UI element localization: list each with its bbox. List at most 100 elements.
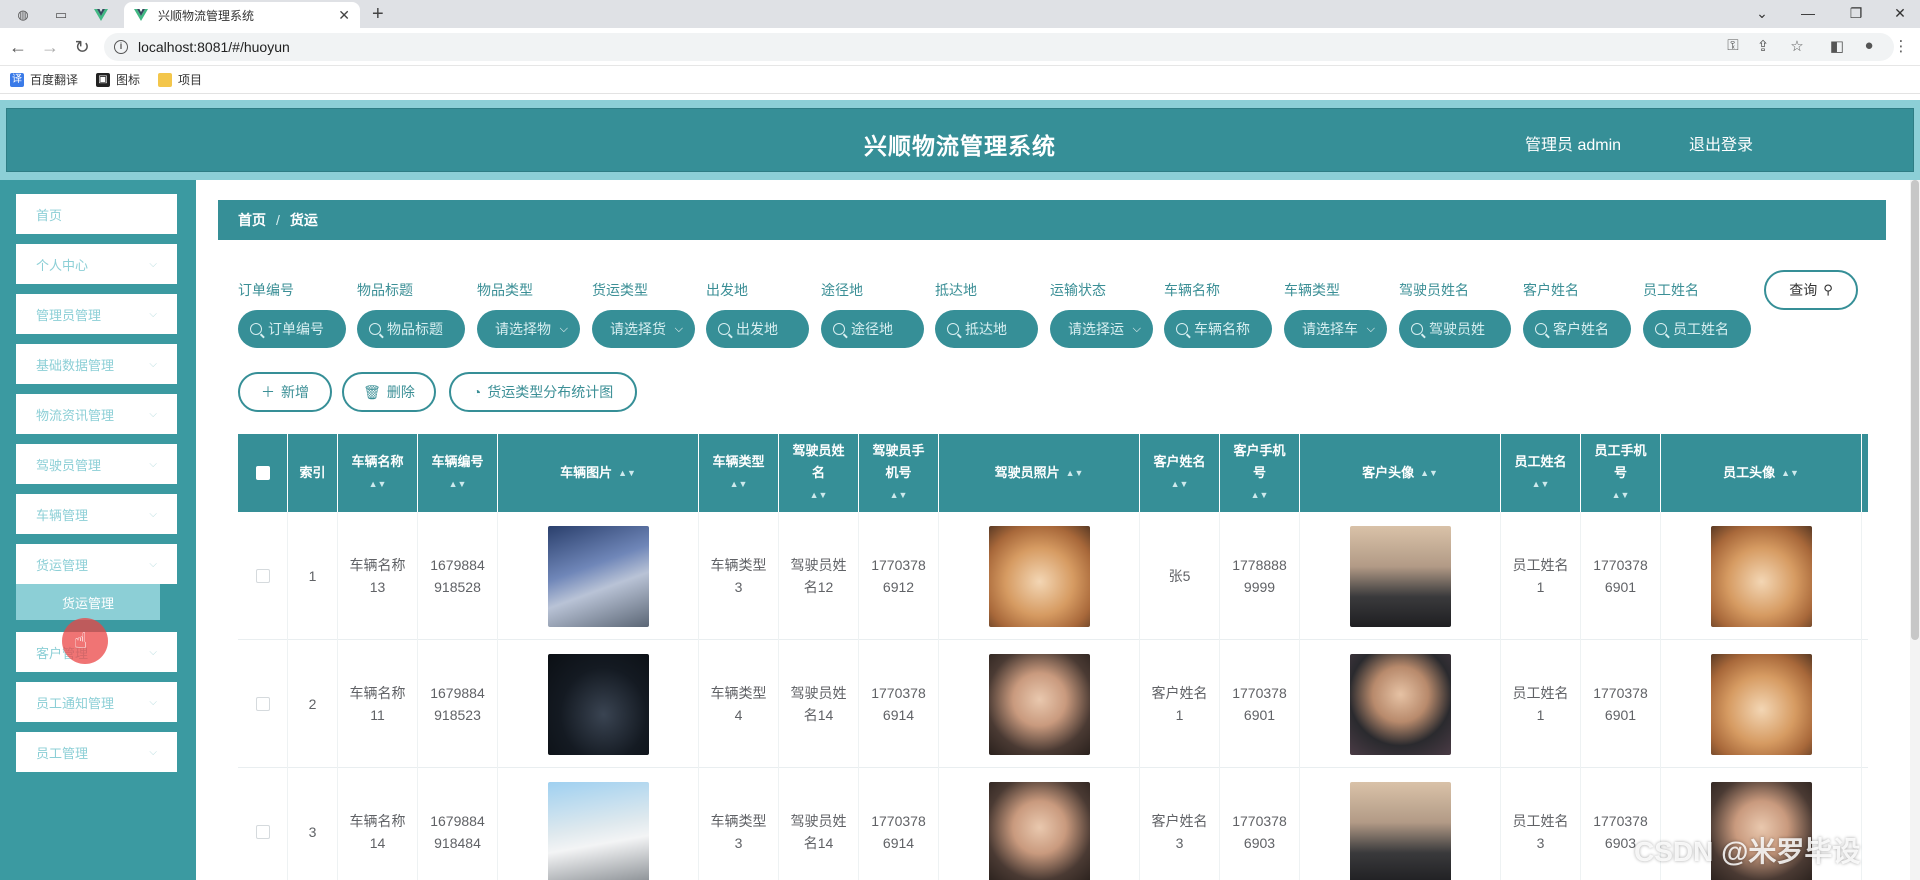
table-row[interactable]: 1 车辆名称13 1679884918528 车辆类型3 驾驶员姓名12 177…	[238, 512, 1868, 640]
chevron-down-icon: ⌵	[149, 508, 157, 520]
sort-icon[interactable]: ▲▼	[1612, 484, 1630, 506]
customer-avatar[interactable]	[1349, 781, 1451, 880]
menu-icon[interactable]: ⋮	[1890, 37, 1912, 55]
driver-name-input[interactable]: 驾驶员姓	[1399, 310, 1511, 348]
staff-avatar[interactable]	[1710, 525, 1812, 627]
restore-icon[interactable]: ❐	[1836, 2, 1876, 24]
bookmark-translate[interactable]: 译百度翻译	[10, 71, 78, 88]
customer-avatar[interactable]	[1349, 653, 1451, 755]
sidebar-item-freight-management[interactable]: 货运管理 ⌵	[16, 544, 177, 584]
vehicle-photo[interactable]	[547, 653, 649, 755]
column-header-driver-phone[interactable]: 驾驶员手机号 ▲▼	[859, 434, 939, 512]
sort-icon[interactable]: ▲▼	[1532, 473, 1550, 495]
sidebar-subitem-freight[interactable]: 货运管理	[16, 584, 160, 620]
column-header-customer-name[interactable]: 客户姓名 ▲▼	[1140, 434, 1220, 512]
destination-input[interactable]: 抵达地	[935, 310, 1038, 348]
table-row[interactable]: 3 车辆名称14 1679884918484 车辆类型3 驾驶员姓名14 177…	[238, 768, 1868, 880]
blank-tab-icon[interactable]: ▭	[44, 4, 78, 26]
add-button[interactable]: ＋新增	[238, 372, 332, 412]
driver-photo[interactable]	[988, 525, 1090, 627]
column-header-staff-phone[interactable]: 员工手机号 ▲▼	[1581, 434, 1661, 512]
scrollbar-thumb[interactable]	[1911, 180, 1919, 640]
vehicle-photo[interactable]	[547, 781, 649, 880]
key-icon[interactable]: ⚿	[1722, 37, 1744, 54]
vehicle-type-select[interactable]: 请选择车 ⌵	[1284, 310, 1387, 348]
bookmark-project[interactable]: 项目	[158, 71, 202, 88]
sort-icon[interactable]: ▲▼	[810, 484, 828, 506]
via-input[interactable]: 途径地	[821, 310, 924, 348]
back-icon[interactable]: ←	[6, 36, 30, 58]
column-header-vehicle-photo[interactable]: 车辆图片 ▲▼	[498, 434, 699, 512]
item-title-input[interactable]: 物品标题	[357, 310, 465, 348]
star-icon[interactable]: ☆	[1786, 37, 1808, 55]
column-header-customer-phone[interactable]: 客户手机号 ▲▼	[1220, 434, 1300, 512]
sort-icon[interactable]: ▲▼	[618, 462, 636, 484]
sidebar-item-home[interactable]: 首页	[16, 194, 177, 234]
row-checkbox[interactable]	[255, 697, 270, 711]
forward-icon[interactable]: →	[38, 36, 62, 58]
sort-icon[interactable]: ▲▼	[369, 473, 387, 495]
logout-link[interactable]: 退出登录	[1689, 131, 1753, 155]
new-tab-icon[interactable]: +	[372, 3, 384, 25]
driver-photo[interactable]	[988, 781, 1090, 880]
freight-type-select[interactable]: 请选择货 ⌵	[592, 310, 695, 348]
minimize-icon[interactable]: —	[1788, 2, 1828, 24]
sidebar-item-driver-management[interactable]: 驾驶员管理 ⌵	[16, 444, 177, 484]
transport-status-select[interactable]: 请选择运 ⌵	[1050, 310, 1153, 348]
reload-icon[interactable]: ↻	[70, 36, 94, 58]
column-header-vehicle-type[interactable]: 车辆类型 ▲▼	[699, 434, 779, 512]
sidebar-item-personal-center[interactable]: 个人中心 ⌵	[16, 244, 177, 284]
freight-type-chart-button[interactable]: ◔ 货运类型分布统计图	[449, 372, 637, 412]
column-header-driver-name[interactable]: 驾驶员姓名 ▲▼	[779, 434, 859, 512]
sidebar-item-admin-management[interactable]: 管理员管理 ⌵	[16, 294, 177, 334]
driver-photo[interactable]	[988, 653, 1090, 755]
staff-name-input[interactable]: 员工姓名	[1643, 310, 1751, 348]
sidebar-item-staff-management[interactable]: 员工管理 ⌵	[16, 732, 177, 772]
active-tab[interactable]: 兴顺物流管理系统 ✕	[124, 2, 360, 28]
sort-icon[interactable]: ▲▼	[1066, 462, 1084, 484]
tab-close-icon[interactable]: ✕	[338, 7, 350, 24]
sort-icon[interactable]: ▲▼	[1420, 462, 1438, 484]
table-row[interactable]: 2 车辆名称11 1679884918523 车辆类型4 驾驶员姓名14 177…	[238, 640, 1868, 768]
sidebar-item-logistics-news[interactable]: 物流资讯管理 ⌵	[16, 394, 177, 434]
sidebar-item-staff-notice[interactable]: 员工通知管理 ⌵	[16, 682, 177, 722]
sort-icon[interactable]: ▲▼	[1781, 462, 1799, 484]
column-header-vehicle-name[interactable]: 车辆名称 ▲▼	[338, 434, 418, 512]
column-header-vehicle-no[interactable]: 车辆编号 ▲▼	[418, 434, 498, 512]
customer-avatar[interactable]	[1349, 525, 1451, 627]
column-header-staff-name[interactable]: 员工姓名 ▲▼	[1501, 434, 1581, 512]
select-all-checkbox[interactable]	[255, 466, 270, 480]
query-button[interactable]: 查询 ⚲	[1764, 270, 1858, 310]
customer-name-input[interactable]: 客户姓名	[1523, 310, 1631, 348]
sidebar-item-basic-data[interactable]: 基础数据管理 ⌵	[16, 344, 177, 384]
url-field[interactable]: i localhost:8081/#/huoyun	[104, 33, 1894, 61]
sort-icon[interactable]: ▲▼	[1171, 473, 1189, 495]
info-icon[interactable]: i	[114, 40, 128, 54]
staff-avatar[interactable]	[1710, 653, 1812, 755]
share-icon[interactable]: ⇪	[1752, 37, 1774, 55]
sort-icon[interactable]: ▲▼	[449, 473, 467, 495]
globe-icon[interactable]: ◍	[6, 4, 40, 26]
tab-search-icon[interactable]: ⌄	[1742, 2, 1782, 24]
profile-icon[interactable]: ●	[1858, 37, 1880, 54]
origin-input[interactable]: 出发地	[706, 310, 809, 348]
breadcrumb-home[interactable]: 首页	[238, 210, 266, 230]
vehicle-photo[interactable]	[547, 525, 649, 627]
sort-icon[interactable]: ▲▼	[1251, 484, 1269, 506]
order-no-input[interactable]: 订单编号	[238, 310, 346, 348]
vue-tab-icon[interactable]	[84, 4, 118, 26]
vehicle-name-input[interactable]: 车辆名称	[1164, 310, 1272, 348]
sort-icon[interactable]: ▲▼	[890, 484, 908, 506]
sidebar-item-vehicle-management[interactable]: 车辆管理 ⌵	[16, 494, 177, 534]
sort-icon[interactable]: ▲▼	[730, 473, 748, 495]
close-window-icon[interactable]: ✕	[1880, 2, 1920, 24]
column-header-customer-avatar[interactable]: 客户头像 ▲▼	[1300, 434, 1501, 512]
column-header-driver-photo[interactable]: 驾驶员照片 ▲▼	[939, 434, 1140, 512]
item-type-select[interactable]: 请选择物 ⌵	[477, 310, 580, 348]
row-checkbox[interactable]	[255, 569, 270, 583]
bookmark-icons[interactable]: ▣ 图标	[96, 71, 140, 88]
row-checkbox[interactable]	[255, 825, 270, 839]
sidepanel-icon[interactable]: ◧	[1826, 37, 1848, 55]
column-header-staff-avatar[interactable]: 员工头像 ▲▼	[1661, 434, 1862, 512]
delete-button[interactable]: 🗑 删除	[342, 372, 436, 412]
